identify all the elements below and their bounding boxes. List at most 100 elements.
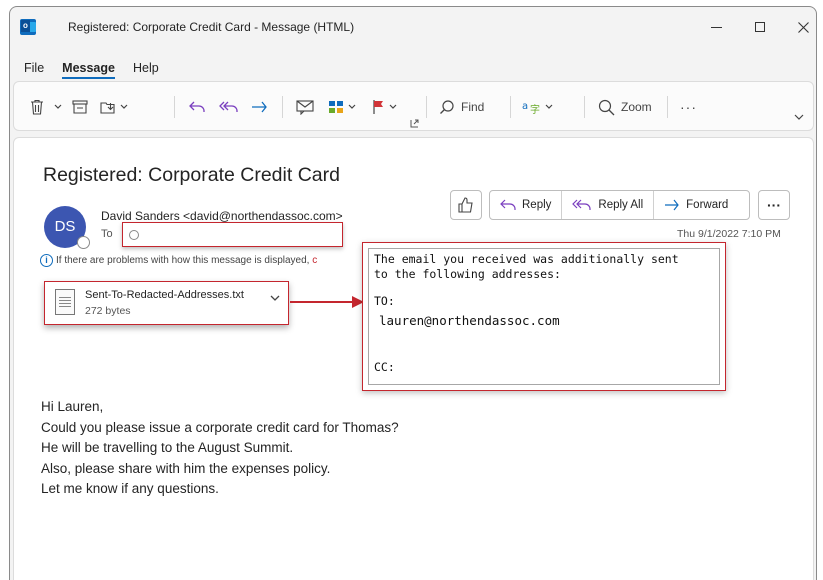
attachment-size: 272 bytes: [85, 305, 131, 317]
body-line: Let me know if any questions.: [41, 481, 219, 496]
menu-help[interactable]: Help: [133, 55, 159, 79]
zoom-button[interactable]: Zoom: [598, 94, 652, 120]
menu-file[interactable]: File: [24, 55, 44, 79]
attachment-card[interactable]: Sent-To-Redacted-Addresses.txt 272 bytes: [44, 281, 289, 325]
delete-dropdown[interactable]: [54, 94, 62, 120]
callout-arrow-line: [290, 301, 354, 303]
like-button[interactable]: [450, 190, 482, 220]
chevron-down-icon: [545, 104, 553, 109]
presence-indicator: [77, 236, 90, 249]
forward-button[interactable]: Forward: [653, 191, 738, 219]
info-bar: i If there are problems with how this mes…: [40, 254, 317, 267]
attachment-content: The email you received was additionally …: [368, 248, 720, 385]
dialog-launcher-icon: [410, 119, 419, 127]
translate-button[interactable]: a字: [522, 94, 553, 120]
forward-ribbon-button[interactable]: [250, 94, 268, 120]
sender-name[interactable]: David Sanders <david@northendassoc.com>: [101, 209, 343, 223]
minimize-button[interactable]: [694, 13, 738, 41]
body-line: Also, please share with him the expenses…: [41, 460, 331, 476]
ribbon-separator: [282, 96, 283, 118]
ribbon-expand-button[interactable]: [794, 104, 804, 130]
attachment-preview-callout: The email you received was additionally …: [362, 242, 726, 391]
rules-button[interactable]: [328, 94, 356, 120]
chevron-down-icon: [794, 114, 804, 120]
zoom-icon: [598, 99, 615, 115]
minimize-icon: [710, 26, 722, 28]
close-icon: [797, 21, 809, 33]
ribbon-separator: [667, 96, 668, 118]
trash-icon: [31, 99, 43, 115]
reply-label: Reply: [522, 199, 552, 211]
title-bar: o Registered: Corporate Credit Card - Me…: [10, 7, 816, 47]
to-label: To: [101, 228, 113, 240]
reply-all-icon: [219, 101, 238, 112]
preview-cc-label: CC:: [374, 360, 395, 374]
reply-ribbon-button[interactable]: [188, 94, 206, 120]
chevron-down-icon[interactable]: [270, 295, 280, 302]
reply-actions-group: Reply Reply All Forward: [489, 190, 750, 220]
info-link[interactable]: c: [312, 255, 317, 266]
text-file-icon: [55, 289, 75, 315]
chevron-down-icon: [54, 104, 62, 109]
forward-icon: [252, 101, 267, 113]
move-button[interactable]: [100, 94, 128, 120]
flag-icon: [373, 100, 383, 114]
delete-button[interactable]: [30, 94, 44, 120]
preview-to-address: lauren@northendassoc.com: [379, 313, 560, 328]
ribbon-separator: [426, 96, 427, 118]
body-line: Could you please issue a corporate credi…: [41, 419, 399, 435]
svg-text:a: a: [522, 101, 528, 112]
more-commands-button[interactable]: ···: [680, 94, 697, 120]
maximize-icon: [755, 22, 765, 32]
svg-text:字: 字: [530, 103, 540, 115]
recipient-presence-icon: [129, 230, 139, 240]
find-label: Find: [461, 100, 485, 114]
preview-line-2: to the following addresses:: [374, 267, 561, 281]
preview-to-label: TO:: [374, 294, 395, 308]
flag-button[interactable]: [372, 94, 397, 120]
reading-pane: Registered: Corporate Credit Card DS Dav…: [13, 137, 814, 580]
dialog-launcher[interactable]: [410, 110, 419, 136]
move-to-folder-icon: [100, 101, 115, 114]
zoom-label: Zoom: [621, 100, 652, 114]
outlook-message-window: o Registered: Corporate Credit Card - Me…: [9, 6, 817, 580]
forward-icon: [665, 199, 679, 211]
message-subject: Registered: Corporate Credit Card: [43, 164, 340, 186]
redacted-recipient-box: [122, 222, 343, 247]
close-button[interactable]: [781, 13, 816, 41]
info-text: If there are problems with how this mess…: [56, 255, 310, 267]
reply-button[interactable]: Reply: [490, 191, 561, 219]
respond-with-meeting-icon: [296, 100, 314, 115]
reply-icon: [189, 101, 205, 112]
maximize-button[interactable]: [738, 13, 782, 41]
preview-line-1: The email you received was additionally …: [374, 252, 679, 266]
info-icon: i: [40, 254, 53, 267]
body-line: He will be travelling to the August Summ…: [41, 440, 294, 455]
attachment-name: Sent-To-Redacted-Addresses.txt: [85, 289, 244, 301]
ribbon-toolbar: Find a字 Zoom ···: [13, 81, 814, 131]
ribbon-separator: [584, 96, 585, 118]
respond-button[interactable]: [296, 94, 314, 120]
reply-all-button[interactable]: Reply All: [561, 191, 653, 219]
thumbs-up-icon: [458, 197, 473, 213]
ribbon-separator: [174, 96, 175, 118]
message-date: Thu 9/1/2022 7:10 PM: [677, 228, 781, 240]
menu-message[interactable]: Message: [62, 55, 115, 79]
chevron-down-icon: [348, 104, 356, 109]
menu-bar: File Message Help: [10, 55, 177, 79]
search-icon: [440, 100, 454, 114]
reply-all-icon: [572, 199, 592, 210]
window-title: Registered: Corporate Credit Card - Mess…: [68, 20, 355, 34]
archive-button[interactable]: [72, 94, 88, 120]
chevron-down-icon: [120, 104, 128, 109]
reply-icon: [500, 199, 516, 210]
body-line: Hi Lauren,: [41, 399, 104, 414]
reply-all-label: Reply All: [598, 199, 644, 211]
find-button[interactable]: Find: [439, 94, 484, 120]
reply-all-ribbon-button[interactable]: [218, 94, 240, 120]
translate-icon: a字: [522, 101, 540, 115]
more-actions-button[interactable]: ···: [758, 190, 790, 220]
message-body: Hi Lauren, Could you please issue a corp…: [41, 397, 399, 500]
outlook-app-icon: o: [20, 19, 36, 35]
grid-icon: [329, 100, 343, 113]
